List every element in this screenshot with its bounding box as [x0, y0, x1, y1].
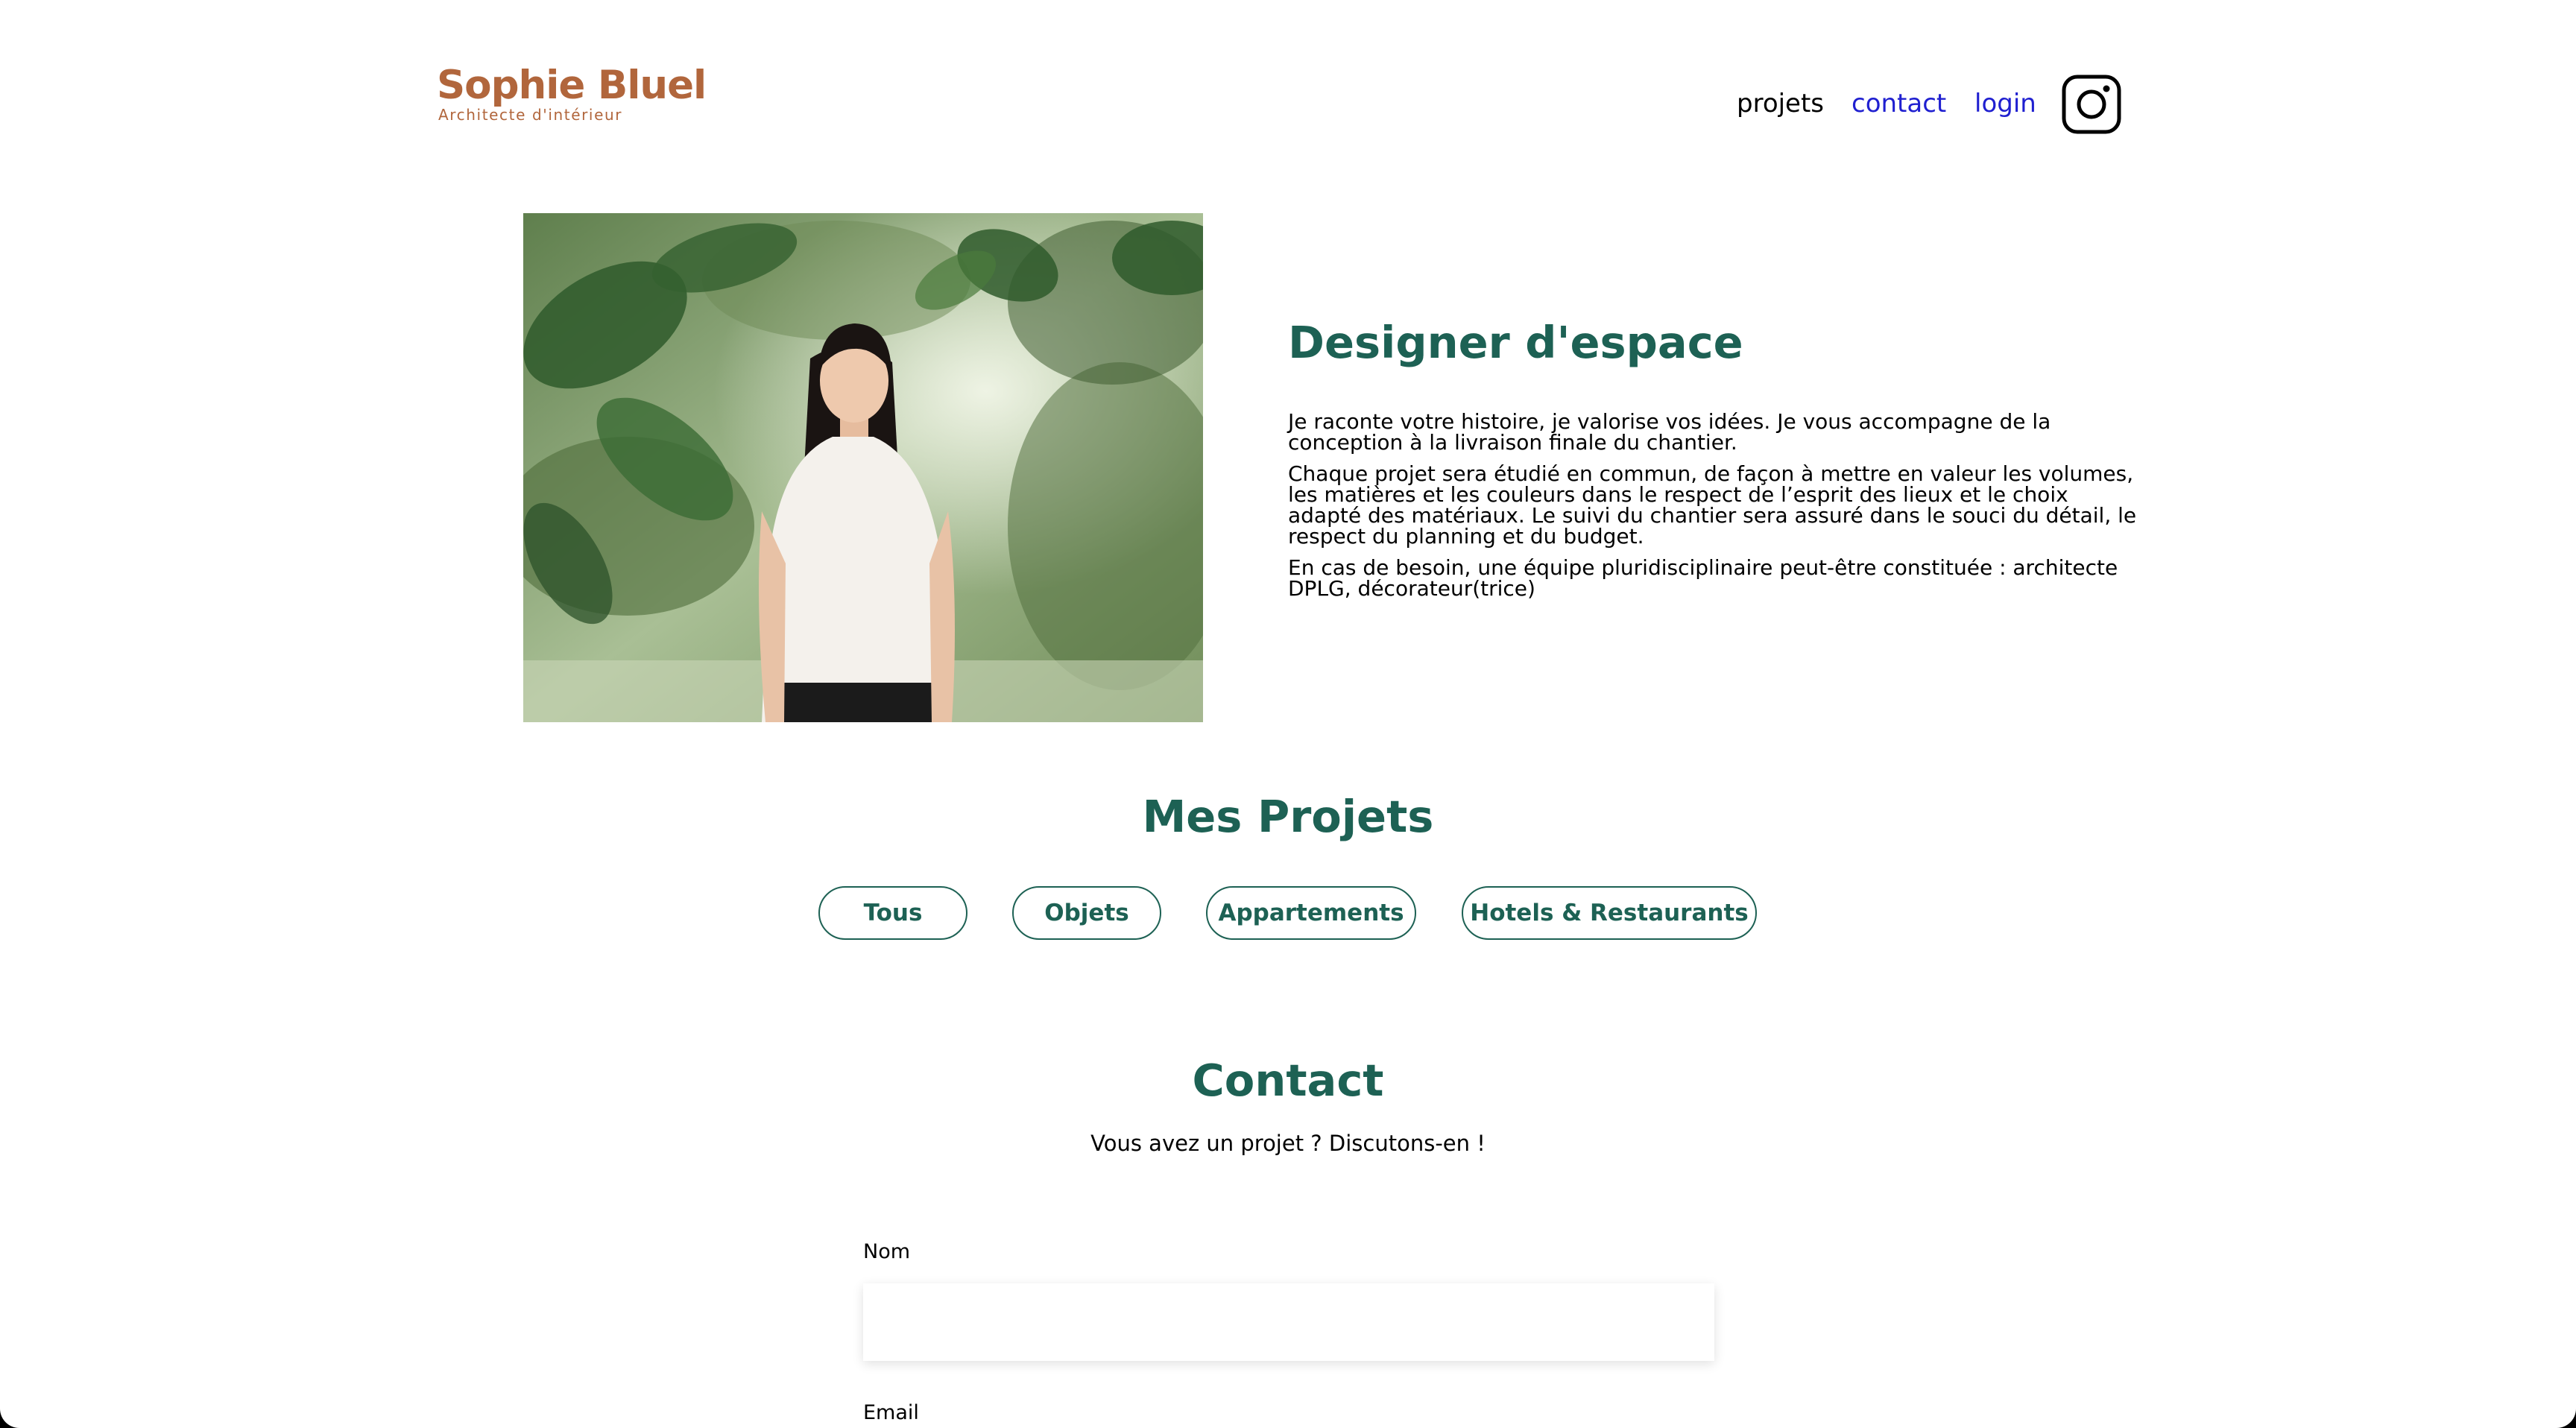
intro-title: Designer d'espace — [1288, 317, 1743, 368]
name-label: Nom — [863, 1240, 911, 1263]
nav-link-projets[interactable]: projets — [1737, 91, 1824, 116]
filter-button-objets[interactable]: Objets — [1012, 886, 1161, 940]
contact-subtitle: Vous avez un projet ? Discutons-en ! — [1090, 1131, 1486, 1156]
intro-paragraph: Chaque projet sera étudié en commun, de … — [1288, 461, 2137, 549]
nav-link-contact[interactable]: contact — [1852, 91, 1946, 116]
intro-paragraph: Je raconte votre histoire, je valorise v… — [1288, 409, 2051, 455]
page: Sophie Bluel Architecte d'intérieur proj… — [0, 0, 2576, 1428]
intro-text: Je raconte votre histoire, je valorise v… — [1288, 411, 2145, 610]
contact-title: Contact — [1192, 1055, 1384, 1106]
name-input[interactable] — [863, 1283, 1714, 1361]
intro-paragraph: En cas de besoin, une équipe pluridiscip… — [1288, 555, 2118, 601]
architect-portrait-photo — [523, 213, 1203, 722]
filter-button-appartements[interactable]: Appartements — [1206, 886, 1416, 940]
filter-button-tous[interactable]: Tous — [818, 886, 967, 940]
logo-title[interactable]: Sophie Bluel — [437, 66, 707, 105]
logo-subtitle: Architecte d'intérieur — [438, 106, 623, 124]
nav-link-login[interactable]: login — [1974, 91, 2036, 116]
email-label: Email — [863, 1401, 919, 1424]
filter-button-hotels-restaurants[interactable]: Hotels & Restaurants — [1462, 886, 1757, 940]
projects-title: Mes Projets — [1142, 791, 1434, 842]
instagram-icon[interactable] — [2062, 75, 2121, 134]
